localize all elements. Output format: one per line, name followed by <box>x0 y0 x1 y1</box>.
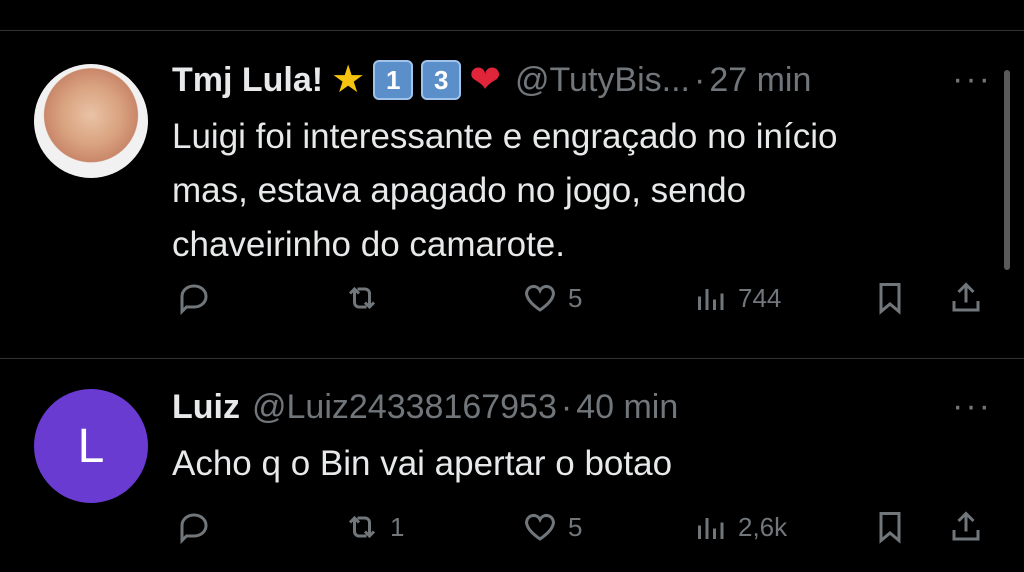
avatar[interactable]: L <box>34 389 148 503</box>
reply-icon <box>180 284 208 316</box>
heart-emoji-icon: ❤ <box>469 59 502 101</box>
star-emoji-icon: ★ <box>331 59 366 101</box>
like-count: 5 <box>568 282 583 313</box>
tweet-text-line: Luigi foi interessante e engraçado no in… <box>172 117 838 156</box>
retweet-button[interactable] <box>344 280 390 316</box>
tweet-1[interactable]: Tmj Lula! ★ 1 3 ❤ @TutyBis... · 27 min ·… <box>0 30 1024 358</box>
tweet-text-line: chaveirinho do camarote. <box>172 225 565 264</box>
share-icon <box>952 511 980 541</box>
tweet-text-line: mas, estava apagado no jogo, sendo <box>172 171 747 210</box>
tweet-text-line: Acho q o Bin vai apertar o botao <box>172 444 673 483</box>
like-button[interactable]: 5 <box>522 280 582 316</box>
avatar[interactable] <box>34 64 148 178</box>
heart-icon <box>525 284 555 312</box>
handle[interactable]: @Luiz24338167953 <box>252 387 557 427</box>
timestamp[interactable]: 40 min <box>576 387 678 427</box>
action-bar: 1 5 2,6k <box>172 509 992 549</box>
reply-button[interactable] <box>176 509 222 545</box>
display-name[interactable]: Tmj Lula! <box>172 60 323 100</box>
bookmark-button[interactable] <box>872 509 908 545</box>
retweet-icon <box>348 286 376 310</box>
keycap-three-icon: 3 <box>421 60 462 100</box>
more-options-button[interactable]: ··· <box>952 387 992 426</box>
reply-icon <box>180 513 208 545</box>
share-icon <box>952 282 980 312</box>
bookmark-icon <box>879 512 901 544</box>
bookmark-button[interactable] <box>872 280 908 316</box>
like-button[interactable]: 5 <box>522 509 582 545</box>
tweet-2[interactable]: L Luiz @Luiz24338167953 · 40 min ··· Ach… <box>0 359 1024 572</box>
retweet-count: 1 <box>390 511 405 542</box>
reply-button[interactable] <box>176 280 222 316</box>
tweet-text: Luigi foi interessante e engraçado no in… <box>172 110 837 272</box>
tweet-text: Acho q o Bin vai apertar o botao <box>172 437 672 491</box>
view-count: 2,6k <box>738 511 788 542</box>
handle[interactable]: @TutyBis... <box>515 60 690 100</box>
keycap-one-icon: 1 <box>373 60 414 100</box>
more-options-button[interactable]: ··· <box>952 60 992 99</box>
retweet-button[interactable]: 1 <box>344 509 404 545</box>
views-button[interactable]: 744 <box>692 280 781 316</box>
like-count: 5 <box>568 511 583 542</box>
share-button[interactable] <box>948 280 984 316</box>
view-count: 744 <box>738 282 782 313</box>
heart-icon <box>525 513 555 541</box>
bookmark-icon <box>879 283 901 315</box>
retweet-icon <box>348 515 376 539</box>
views-button[interactable]: 2,6k <box>692 509 787 545</box>
display-name[interactable]: Luiz <box>172 387 240 427</box>
separator-dot: · <box>560 388 573 426</box>
separator-dot: · <box>693 61 706 99</box>
views-icon <box>698 518 724 539</box>
timestamp[interactable]: 27 min <box>709 60 811 100</box>
action-bar: 5 744 <box>172 280 992 320</box>
views-icon <box>698 289 724 310</box>
share-button[interactable] <box>948 509 984 545</box>
